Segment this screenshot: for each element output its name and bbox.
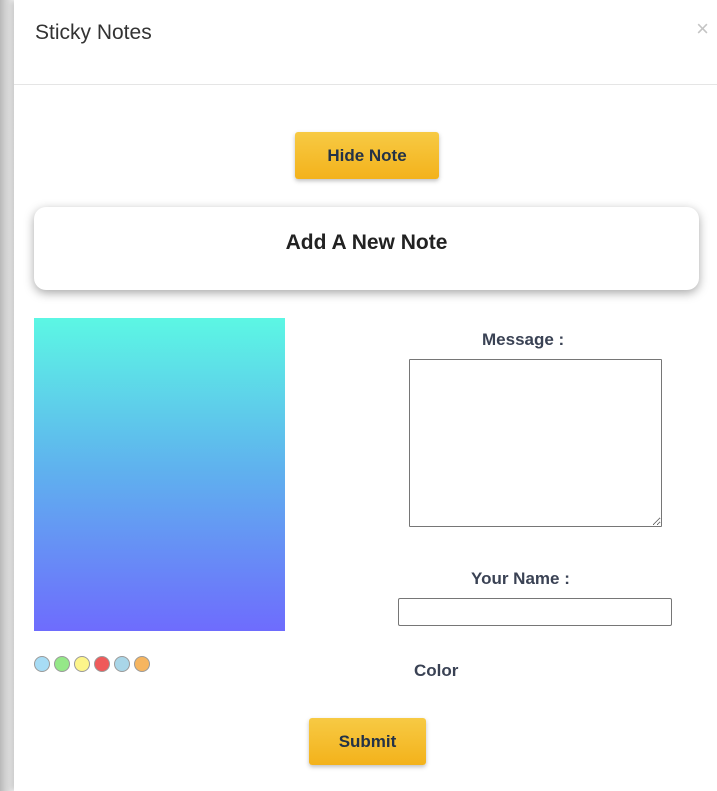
close-icon[interactable]: × — [696, 18, 709, 40]
submit-button[interactable]: Submit — [309, 718, 426, 765]
modal-title: Sticky Notes — [35, 21, 152, 44]
swatch-light-green[interactable] — [54, 656, 70, 672]
swatch-light-blue[interactable] — [34, 656, 50, 672]
swatch-pale-blue[interactable] — [114, 656, 130, 672]
hide-note-button[interactable]: Hide Note — [295, 132, 439, 179]
add-note-card: Add A New Note — [34, 207, 699, 290]
color-label: Color — [414, 661, 459, 680]
message-label: Message : — [482, 330, 565, 349]
note-color-preview — [34, 318, 285, 631]
swatch-light-yellow[interactable] — [74, 656, 90, 672]
sticky-notes-modal: Sticky Notes × Hide Note Add A New Note … — [14, 0, 717, 791]
color-swatches — [34, 656, 150, 672]
modal-header: Sticky Notes × — [14, 0, 717, 85]
name-label: Your Name : — [471, 569, 570, 588]
name-field[interactable] — [398, 598, 672, 626]
message-field[interactable] — [409, 359, 662, 527]
swatch-orange[interactable] — [134, 656, 150, 672]
swatch-red[interactable] — [94, 656, 110, 672]
card-title: Add A New Note — [285, 231, 448, 254]
